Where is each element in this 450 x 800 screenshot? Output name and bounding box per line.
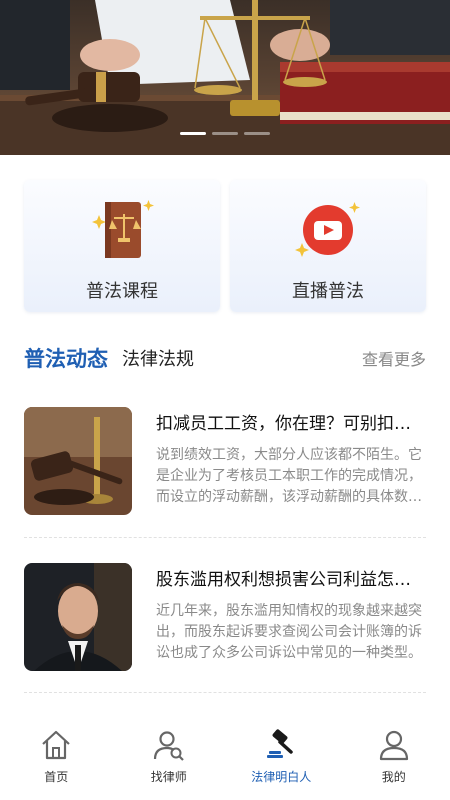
banner-pagination — [0, 132, 450, 135]
nav-profile-label: 我的 — [381, 770, 406, 784]
live-law-card[interactable]: 直播普法 — [230, 180, 426, 312]
nav-home-label: 首页 — [44, 770, 69, 784]
view-more-link[interactable]: 查看更多 — [362, 346, 426, 370]
nav-law-expert-label: 法律明白人 — [251, 770, 312, 784]
nav-find-lawyer[interactable]: 找律师 — [113, 722, 226, 800]
find-lawyer-icon — [153, 731, 184, 761]
article-summary: 近几年来，股东滥用知情权的现象越来越突出，而股东起诉要求查阅公司会计账簿的诉讼也… — [156, 603, 422, 661]
law-book-icon — [92, 200, 154, 258]
play-video-icon — [295, 202, 360, 257]
gavel-icon — [267, 729, 293, 758]
article-title: 扣减员工工资，你在理？可别扣错了！ — [156, 414, 426, 434]
list-item[interactable]: 股东滥用权利想损害公司利益怎么办 近几年来，股东滥用知情权的现象越来越突出，而股… — [24, 563, 426, 671]
tab-laws-regulations[interactable]: 法律法规 — [122, 345, 194, 371]
home-icon — [42, 730, 70, 760]
article-title: 股东滥用权利想损害公司利益怎么办 — [156, 570, 426, 590]
live-law-label: 直播普法 — [292, 281, 364, 302]
tab-law-news[interactable]: 普法动态 — [24, 343, 108, 373]
section-tabs: 普法动态 法律法规 查看更多 — [24, 340, 426, 376]
law-course-card[interactable]: 普法课程 — [24, 180, 220, 312]
list-item[interactable]: 扣减员工工资，你在理？可别扣错了！ 说到绩效工资，大部分人应该都不陌生。它是企业… — [24, 407, 426, 515]
hero-banner[interactable] — [0, 0, 450, 155]
list-divider — [24, 692, 426, 693]
list-divider — [24, 537, 426, 538]
nav-home[interactable]: 首页 — [0, 722, 113, 800]
pagination-dot[interactable] — [180, 132, 206, 135]
nav-profile[interactable]: 我的 — [338, 722, 450, 800]
profile-icon — [379, 730, 408, 761]
law-course-label: 普法课程 — [86, 281, 158, 302]
nav-law-expert[interactable]: 法律明白人 — [225, 722, 338, 800]
pagination-dot[interactable] — [212, 132, 238, 135]
article-summary: 说到绩效工资，大部分人应该都不陌生。它是企业为了考核员工本职工作的完成情况，而设… — [156, 447, 422, 505]
bottom-nav: 首页 找律师 法律明白人 我的 — [0, 722, 450, 800]
pagination-dot[interactable] — [244, 132, 270, 135]
article-thumbnail — [24, 407, 132, 515]
article-thumbnail — [24, 563, 132, 671]
nav-find-lawyer-label: 找律师 — [150, 770, 187, 784]
feature-cards: 普法课程 直播普法 — [24, 180, 426, 312]
